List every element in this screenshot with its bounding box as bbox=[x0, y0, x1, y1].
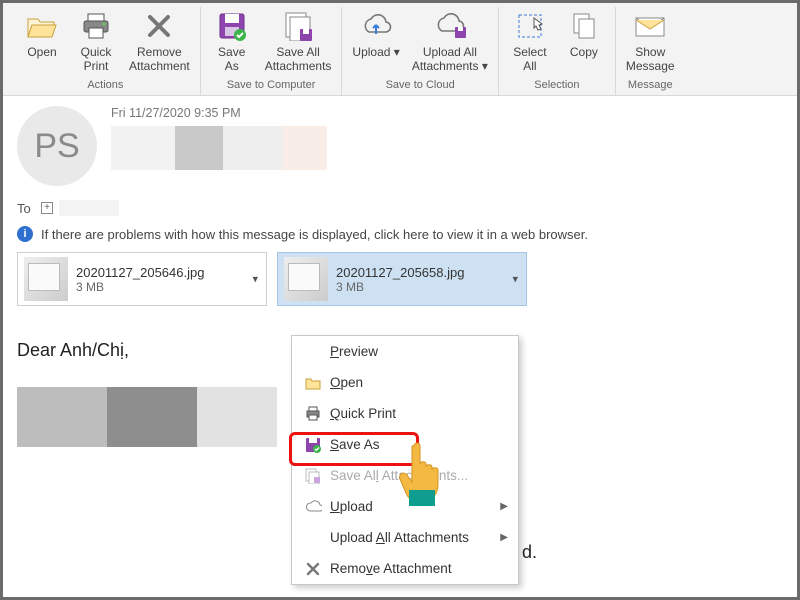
open-label: Open bbox=[27, 45, 56, 59]
attachment-item[interactable]: 20201127_205646.jpg 3 MB ▾ bbox=[17, 252, 267, 306]
show-message-button[interactable]: Show Message bbox=[620, 7, 681, 77]
ribbon-group-label-save-computer: Save to Computer bbox=[205, 77, 338, 95]
ribbon-group-selection: Select All Copy Selection bbox=[498, 7, 615, 95]
message-timestamp: Fri 11/27/2020 9:35 PM bbox=[111, 106, 783, 120]
folder-open-icon bbox=[25, 9, 59, 43]
info-bar-text: If there are problems with how this mess… bbox=[41, 227, 588, 242]
remove-attachment-label: Remove Attachment bbox=[129, 45, 190, 73]
save-all-icon bbox=[302, 468, 324, 484]
save-as-button[interactable]: Save As bbox=[205, 7, 259, 77]
submenu-arrow-icon: ▶ bbox=[500, 532, 508, 543]
ribbon-group-save-computer: Save As Save All Attachments Save to Com… bbox=[200, 7, 342, 95]
open-button[interactable]: Open bbox=[15, 7, 69, 77]
show-message-label: Show Message bbox=[626, 45, 675, 73]
attachment-context-menu: Preview Open Quick Print Save As Save Al… bbox=[291, 335, 519, 585]
cloud-upload-all-icon bbox=[433, 9, 467, 43]
cloud-upload-icon bbox=[302, 500, 324, 513]
ribbon-group-message: Show Message Message bbox=[615, 7, 685, 95]
printer-icon bbox=[79, 9, 113, 43]
ribbon: Open Quick Print Remove Attachment Actio… bbox=[3, 3, 797, 96]
envelope-icon bbox=[633, 9, 667, 43]
attachment-filename: 20201127_205646.jpg bbox=[76, 265, 204, 280]
save-all-button[interactable]: Save All Attachments bbox=[259, 7, 338, 77]
upload-all-button[interactable]: Upload All Attachments ▾ bbox=[406, 7, 494, 77]
ribbon-group-label-message: Message bbox=[620, 77, 681, 95]
to-row: To + bbox=[17, 200, 783, 216]
ribbon-group-actions: Open Quick Print Remove Attachment Actio… bbox=[11, 7, 200, 95]
ribbon-group-label-actions: Actions bbox=[15, 77, 196, 95]
save-as-label: Save As bbox=[218, 45, 245, 73]
ctx-save-as[interactable]: Save As bbox=[292, 429, 518, 460]
ribbon-group-label-selection: Selection bbox=[503, 77, 611, 95]
ribbon-group-label-cloud: Save to Cloud bbox=[346, 77, 493, 95]
info-bar[interactable]: i If there are problems with how this me… bbox=[17, 226, 783, 242]
quick-print-label: Quick Print bbox=[81, 45, 112, 73]
save-all-icon bbox=[281, 9, 315, 43]
ctx-open[interactable]: Open bbox=[292, 367, 518, 398]
copy-button[interactable]: Copy bbox=[557, 7, 611, 77]
ctx-quick-print[interactable]: Quick Print bbox=[292, 398, 518, 429]
attachment-item[interactable]: 20201127_205658.jpg 3 MB ▾ bbox=[277, 252, 527, 306]
ctx-upload-all[interactable]: Upload All Attachments ▶ bbox=[292, 522, 518, 553]
dropdown-caret-icon: ▾ bbox=[482, 59, 488, 73]
save-icon bbox=[302, 437, 324, 453]
upload-button[interactable]: Upload ▾ bbox=[346, 7, 405, 77]
save-all-label: Save All Attachments bbox=[265, 45, 332, 73]
info-icon: i bbox=[17, 226, 33, 242]
attachment-filesize: 3 MB bbox=[76, 280, 204, 294]
select-all-label: Select All bbox=[513, 45, 546, 73]
select-all-button[interactable]: Select All bbox=[503, 7, 557, 77]
attachment-filesize: 3 MB bbox=[336, 280, 464, 294]
attachment-list: 20201127_205646.jpg 3 MB ▾ 20201127_2056… bbox=[17, 252, 783, 306]
ctx-preview[interactable]: Preview bbox=[292, 336, 518, 367]
redacted-sender bbox=[111, 126, 371, 170]
copy-label: Copy bbox=[570, 45, 598, 59]
ctx-upload[interactable]: Upload ▶ bbox=[292, 491, 518, 522]
attachment-filename: 20201127_205658.jpg bbox=[336, 265, 464, 280]
redacted-recipient bbox=[59, 200, 119, 216]
folder-icon bbox=[302, 376, 324, 390]
select-all-icon bbox=[513, 9, 547, 43]
body-trailing-text: d. bbox=[522, 542, 537, 563]
chevron-down-icon[interactable]: ▾ bbox=[512, 273, 518, 286]
save-icon bbox=[215, 9, 249, 43]
quick-print-button[interactable]: Quick Print bbox=[69, 7, 123, 77]
ribbon-group-save-cloud: Upload ▾ Upload All Attachments ▾ Save t… bbox=[341, 7, 497, 95]
submenu-arrow-icon: ▶ bbox=[500, 501, 508, 512]
expand-recipients-icon[interactable]: + bbox=[41, 202, 53, 214]
sender-avatar: PS bbox=[17, 106, 97, 186]
redacted-body bbox=[17, 387, 277, 447]
attachment-thumbnail bbox=[284, 257, 328, 301]
attachment-thumbnail bbox=[24, 257, 68, 301]
x-icon bbox=[302, 562, 324, 576]
upload-all-label: Upload All Attachments ▾ bbox=[412, 45, 488, 73]
ctx-save-all: Save All Attachments... bbox=[292, 460, 518, 491]
upload-label: Upload ▾ bbox=[352, 45, 399, 59]
remove-attachment-button[interactable]: Remove Attachment bbox=[123, 7, 196, 77]
ctx-remove-attachment[interactable]: Remove Attachment bbox=[292, 553, 518, 584]
printer-icon bbox=[302, 406, 324, 421]
cloud-upload-icon bbox=[359, 9, 393, 43]
to-label: To bbox=[17, 201, 41, 216]
chevron-down-icon[interactable]: ▾ bbox=[252, 273, 258, 286]
copy-icon bbox=[567, 9, 601, 43]
dropdown-caret-icon: ▾ bbox=[394, 45, 400, 59]
x-icon bbox=[142, 9, 176, 43]
